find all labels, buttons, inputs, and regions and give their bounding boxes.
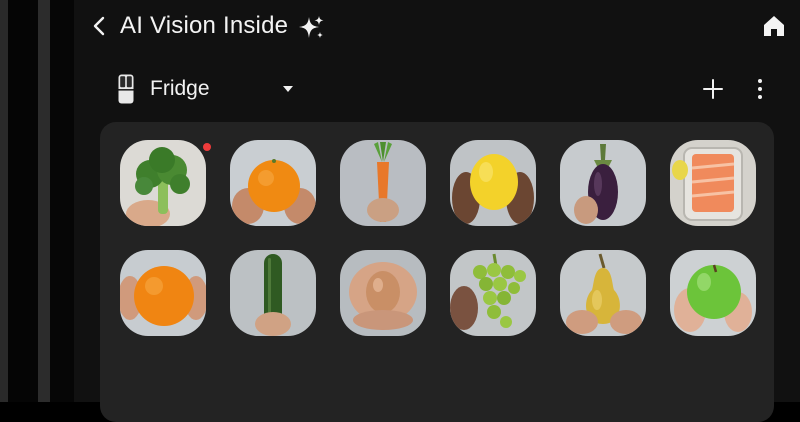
food-tile-egg[interactable] [340, 250, 426, 336]
home-button[interactable] [760, 12, 788, 40]
food-tile-apple[interactable] [670, 250, 756, 336]
device-bezel [38, 0, 50, 402]
more-options-button[interactable] [754, 76, 766, 102]
food-tile-grapes[interactable] [450, 250, 536, 336]
food-grid-panel [100, 122, 774, 422]
device-selector-row: Fridge [74, 64, 800, 116]
food-tile-salmon[interactable] [670, 140, 756, 226]
page-title: AI Vision Inside [120, 12, 289, 39]
food-tile-orange[interactable] [120, 250, 206, 336]
food-tile-pear[interactable] [560, 250, 646, 336]
top-bar: AI Vision Inside [74, 0, 800, 56]
chevron-left-icon [93, 16, 105, 36]
add-button[interactable] [702, 78, 724, 100]
device-bezel [8, 0, 38, 402]
food-tile-orange[interactable] [230, 140, 316, 226]
egg-icon [340, 250, 426, 336]
device-bezel [0, 0, 8, 402]
back-button[interactable] [88, 12, 112, 40]
lemon-icon [450, 140, 536, 226]
food-tile-eggplant[interactable] [560, 140, 646, 226]
caret-down-icon [283, 86, 293, 92]
home-icon [764, 16, 784, 36]
salmon-icon [670, 140, 756, 226]
food-tile-broccoli[interactable] [120, 140, 206, 226]
apple-icon [670, 250, 756, 336]
device-name: Fridge [150, 77, 210, 100]
sparkle-icon [299, 16, 324, 38]
device-dropdown[interactable] [280, 82, 296, 96]
broccoli-icon [120, 140, 206, 226]
eggplant-icon [560, 140, 646, 226]
food-tile-lemon[interactable] [450, 140, 536, 226]
more-vertical-icon [758, 79, 762, 99]
food-tile-carrot[interactable] [340, 140, 426, 226]
device-bezel [50, 0, 74, 402]
cucumber-icon [230, 250, 316, 336]
food-tile-cucumber[interactable] [230, 250, 316, 336]
plus-icon [703, 79, 723, 99]
orange-icon [230, 140, 316, 226]
pear-icon [560, 250, 646, 336]
fridge-icon [118, 74, 134, 104]
app-screen: AI Vision Inside Fridge [74, 0, 800, 422]
orange-icon [120, 250, 206, 336]
new-item-badge [203, 143, 211, 151]
grapes-icon [450, 250, 536, 336]
carrot-icon [340, 140, 426, 226]
